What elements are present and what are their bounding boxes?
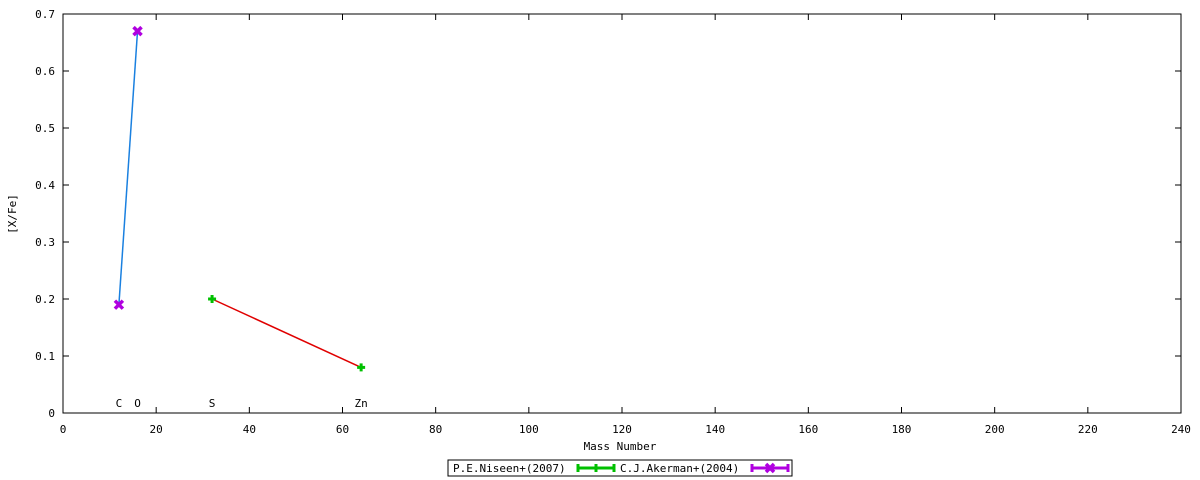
y-tick-label: 0.2 [35,293,55,306]
axes [62,13,1182,414]
y-tick-label: 0.3 [35,236,55,249]
legend-label: C.J.Akerman+(2004) [620,462,739,475]
chart: 0 20 40 60 80 100 120 140 160 180 200 220 240 0 0.1 0.… [6,8,1191,477]
x-tick-label: 100 [519,423,539,436]
data-point [357,363,366,372]
y-tick-label: 0.6 [35,65,55,78]
x-tick-label: 240 [1171,423,1191,436]
series-line [211,298,362,369]
series-group [113,25,366,372]
plot-frame [62,13,1182,414]
element-label: Zn [355,397,368,410]
data-point [208,295,217,303]
x-ticks: 0 20 40 60 80 100 120 140 160 180 200 220 240 [60,14,1191,436]
y-tick-label: 0.1 [35,350,55,363]
x-tick-label: 160 [798,423,818,436]
y-tick-label: 0.5 [35,122,55,135]
legend-label: P.E.Niseen+(2007) [453,462,566,475]
x-tick-label: 140 [705,423,725,436]
x-tick-label: 40 [243,423,256,436]
y-tick-label: 0.4 [35,179,55,192]
x-tick-label: 60 [336,423,349,436]
legend: P.E.Niseen+(2007) C.J.Akerman+(2004) [447,459,793,477]
y-ticks: 0 0.1 0.2 0.3 0.4 0.5 0.6 0.7 [35,8,1181,420]
y-tick-label: 0.7 [35,8,55,21]
x-tick-label: 220 [1078,423,1098,436]
y-axis-label: [X/Fe] [6,194,19,234]
x-tick-label: 180 [892,423,912,436]
series-1 [208,295,366,372]
x-tick-label: 120 [612,423,632,436]
x-axis-label: Mass Number [584,440,657,453]
element-label: O [134,397,141,410]
x-tick-label: 0 [60,423,67,436]
x-tick-label: 200 [985,423,1005,436]
series-line [118,31,139,305]
x-tick-label: 20 [150,423,163,436]
element-label: S [209,397,216,410]
element-labels: C O S Zn [116,397,368,410]
series-2 [113,25,143,310]
y-tick-label: 0 [48,407,55,420]
element-label: C [116,397,123,410]
x-tick-label: 80 [429,423,442,436]
